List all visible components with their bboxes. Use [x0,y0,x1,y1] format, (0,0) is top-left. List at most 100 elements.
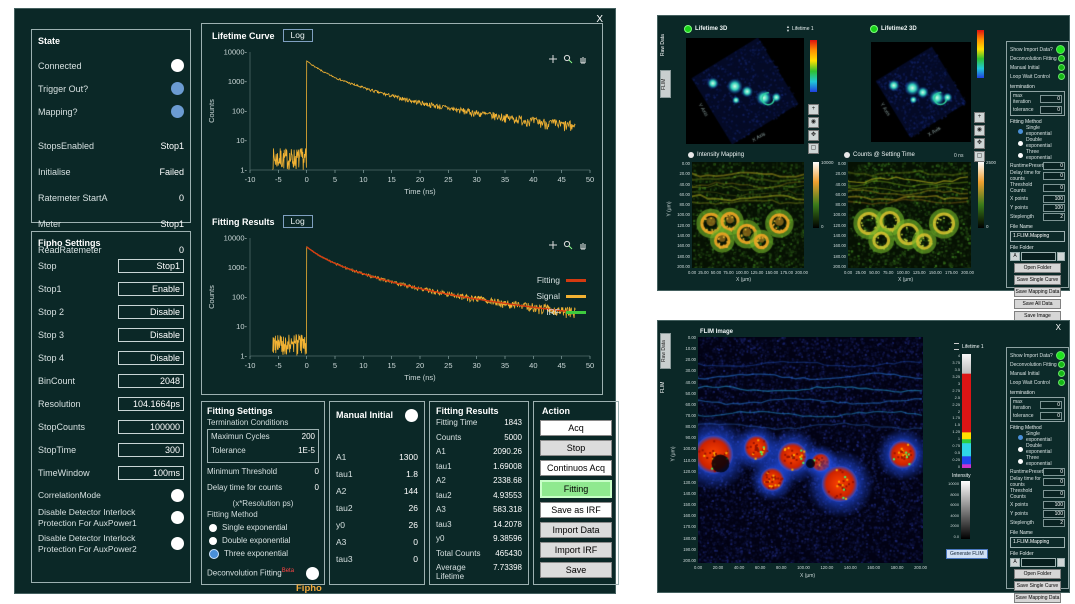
fipho-field-input[interactable]: Disable [118,328,184,342]
map-toggle-led[interactable] [844,152,850,158]
radio-icon[interactable] [1018,141,1023,146]
tolerance-value[interactable]: 1E-5 [298,446,315,455]
led-indicator[interactable] [171,105,184,118]
zoom-icon[interactable] [563,54,573,64]
action-button[interactable]: Stop [540,440,612,456]
action-button[interactable]: Import Data [540,522,612,538]
fitting-method-option[interactable]: Three exponential [209,547,319,560]
side-panel-button[interactable]: Save Mapping Data [1014,593,1061,603]
toggle-led[interactable] [171,537,184,550]
hand-icon[interactable] [578,240,588,250]
radio-icon[interactable] [1018,459,1023,464]
green-led[interactable] [1058,64,1065,71]
fipho-field-input[interactable]: Enable [118,282,184,296]
side-panel-button[interactable]: Save Mapping Data [1014,287,1061,297]
zoom-tool[interactable]: ◉ [974,125,985,136]
fipho-field-input[interactable]: 104.1664ps [118,397,184,411]
log-button[interactable]: Log [283,29,313,42]
radio-icon[interactable] [209,524,217,532]
led-indicator[interactable] [171,59,184,72]
toggle-led[interactable] [171,511,184,524]
zoom-tool[interactable]: ◉ [808,117,819,128]
side-field-value[interactable]: 0 [1043,184,1065,192]
green-led[interactable] [1056,351,1065,360]
side-field-value[interactable]: 100 [1043,195,1065,203]
delay-time-value[interactable]: 0 [315,483,319,492]
select-tool[interactable]: ▢ [808,143,819,154]
intensity-colorbar[interactable] [961,481,970,539]
manual-initial-value[interactable]: 1.8 [406,469,418,479]
manual-initial-toggle[interactable] [405,409,418,422]
led-indicator[interactable] [171,82,184,95]
side-method-option[interactable]: Double exponential [1010,137,1065,149]
side-field-value[interactable]: 100 [1043,501,1065,509]
manual-initial-value[interactable]: 26 [409,503,418,513]
radio-icon[interactable] [1018,435,1023,440]
radio-icon[interactable] [1018,153,1023,158]
fipho-field-input[interactable]: 2048 [118,374,184,388]
action-button[interactable]: Save [540,562,612,578]
crosshair-tool[interactable]: + [974,112,985,123]
manual-initial-value[interactable]: 0 [413,537,418,547]
crosshair-tool[interactable]: + [808,104,819,115]
fipho-field-input[interactable]: 100ms [118,466,184,480]
termination-field-value[interactable]: 0 [1040,106,1062,114]
fipho-field-input[interactable]: 300 [118,443,184,457]
fipho-field-input[interactable]: 100000 [118,420,184,434]
generate-flim-button[interactable]: Generate FLIM [946,549,988,559]
toggle-led[interactable] [171,489,184,502]
side-field-value[interactable]: 2 [1043,519,1065,527]
fipho-field-input[interactable]: Disable [118,351,184,365]
green-led[interactable] [1058,379,1065,386]
browse-button[interactable] [1057,558,1065,567]
manual-initial-value[interactable]: 144 [404,486,418,496]
select-tool[interactable]: ▢ [974,151,985,162]
fipho-field-input[interactable]: Stop1 [118,259,184,273]
tab-raw-data[interactable]: Raw Data [660,333,671,369]
slider-icon[interactable] [954,343,959,350]
green-led[interactable] [1056,45,1065,54]
tab-flim[interactable]: FLIM [660,373,671,401]
folder-path-input[interactable] [1021,558,1056,567]
action-button[interactable]: Save as IRF [540,502,612,518]
manual-initial-value[interactable]: 1300 [399,452,418,462]
map-toggle-led[interactable] [688,152,694,158]
action-button[interactable]: Acq [540,420,612,436]
lifetime-selector[interactable]: ▲▼ Lifetime 1 [786,25,814,32]
manual-initial-value[interactable]: 26 [409,520,418,530]
side-method-option[interactable]: Single exponential [1010,125,1065,137]
radio-icon[interactable] [1018,129,1023,134]
deconvolution-toggle[interactable] [306,567,319,580]
side-field-value[interactable]: 0 [1043,490,1065,498]
side-field-value[interactable]: 2 [1043,213,1065,221]
folder-path-input[interactable] [1021,252,1056,261]
lifetime-colorbar[interactable] [962,354,971,468]
side-panel-button[interactable]: Open Folder [1014,569,1061,579]
green-led[interactable] [1058,361,1065,368]
close-icon[interactable]: X [1056,323,1061,332]
side-field-value[interactable]: 100 [1043,204,1065,212]
browse-button[interactable] [1057,252,1065,261]
tab-raw-data[interactable]: Raw Data [660,22,671,68]
tab-flim[interactable]: FLIM [660,70,671,98]
fipho-field-input[interactable]: Disable [118,305,184,319]
side-panel-button[interactable]: Save Single Curve [1014,581,1061,591]
termination-field-value[interactable]: 0 [1040,95,1062,103]
hand-icon[interactable] [578,54,588,64]
action-button[interactable]: Import IRF [540,542,612,558]
max-cycles-value[interactable]: 200 [302,432,315,441]
side-method-option[interactable]: Three exponential [1010,149,1065,161]
zoom-icon[interactable] [563,240,573,250]
pan-tool[interactable]: ✥ [974,138,985,149]
side-method-option[interactable]: Double exponential [1010,443,1065,455]
radio-icon[interactable] [209,549,219,559]
min-threshold-value[interactable]: 0 [315,467,319,476]
side-field-value[interactable]: 0 [1043,172,1065,180]
action-button[interactable]: Fitting [540,480,612,498]
crosshair-icon[interactable] [548,54,558,64]
file-name-input[interactable]: 1.FLIM.Mapping [1010,231,1065,242]
side-panel-button[interactable]: Open Folder [1014,263,1061,273]
radio-icon[interactable] [1018,447,1023,452]
green-led[interactable] [1058,73,1065,80]
plot-enable-led[interactable] [870,25,878,33]
